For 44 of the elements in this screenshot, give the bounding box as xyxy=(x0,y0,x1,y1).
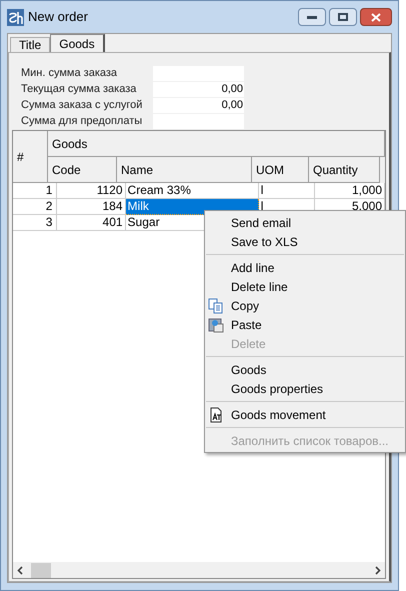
close-button[interactable] xyxy=(360,8,392,26)
menu-item[interactable]: Goods properties xyxy=(231,380,324,398)
field-label: Сумма заказа с услугой xyxy=(21,98,144,114)
input-field[interactable] xyxy=(153,114,244,129)
input-field[interactable]: 0,00 xyxy=(153,82,244,97)
table-cell: 184 xyxy=(57,199,126,215)
menu-item[interactable]: Save to XLS xyxy=(231,232,298,250)
close-icon xyxy=(371,12,381,22)
app-logo-icon xyxy=(7,8,24,26)
table-cell: l xyxy=(258,183,315,199)
menu-item[interactable]: Add line xyxy=(231,258,274,276)
tab[interactable]: Title xyxy=(10,37,50,52)
menu-item[interactable]: Goods xyxy=(231,360,266,378)
field-label: Мин. сумма заказа xyxy=(21,66,118,82)
paste-icon xyxy=(208,316,224,332)
scrollbar-thumb[interactable] xyxy=(31,562,51,578)
horizontal-scrollbar[interactable] xyxy=(13,562,385,578)
menu-item[interactable]: Goods movement xyxy=(231,406,326,424)
scroll-left-icon[interactable] xyxy=(17,566,23,574)
table-cell: 1120 xyxy=(57,183,126,199)
column-header[interactable]: Quantity xyxy=(309,157,380,183)
column-header[interactable]: Code xyxy=(48,157,117,183)
row-number: 2 xyxy=(13,199,58,215)
table-cell: 401 xyxy=(57,215,126,231)
row-number: 1 xyxy=(13,183,58,199)
column-group-header: Goods xyxy=(48,131,385,157)
window-title: New order xyxy=(28,8,88,26)
minimize-button[interactable] xyxy=(298,8,326,26)
scroll-right-icon[interactable] xyxy=(375,566,381,574)
menu-item[interactable]: Copy xyxy=(231,296,260,314)
tab[interactable]: Goods xyxy=(50,34,105,52)
maximize-button[interactable] xyxy=(329,8,357,26)
menu-item[interactable]: Delete line xyxy=(231,278,288,296)
input-field[interactable]: 0,00 xyxy=(153,98,244,113)
column-header[interactable]: # xyxy=(13,131,48,183)
document-icon xyxy=(208,406,224,422)
menu-item[interactable]: Paste xyxy=(231,316,262,334)
field-label: Текущая сумма заказа xyxy=(21,82,138,98)
row-number: 3 xyxy=(13,215,58,231)
column-header[interactable]: UOM xyxy=(252,157,309,183)
copy-icon xyxy=(208,298,224,314)
column-header[interactable]: Name xyxy=(117,157,252,183)
field-label: Сумма для предоплаты xyxy=(21,114,144,130)
table-cell: 1,000 xyxy=(314,183,386,199)
